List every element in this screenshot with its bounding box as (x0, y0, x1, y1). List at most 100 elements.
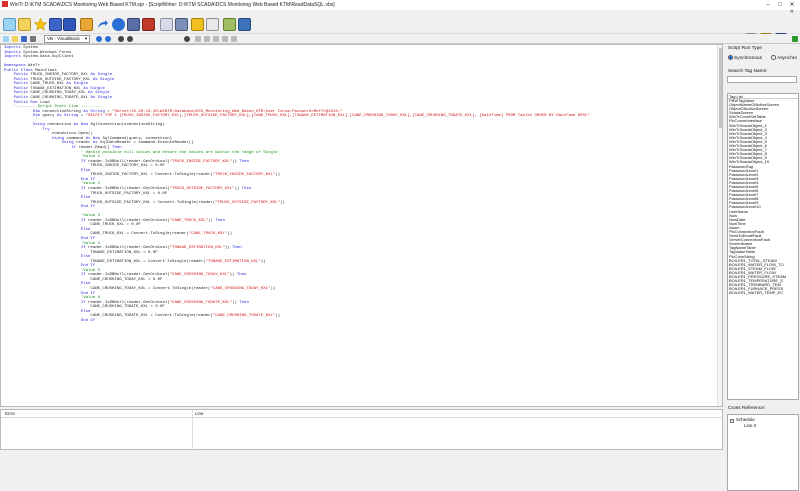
database-icon[interactable] (142, 18, 155, 31)
code-string: "TRUCK_OUTSIDE_FACTORY_KXL" (215, 200, 281, 205)
code-text-token: )) (234, 186, 242, 191)
editor-vertical-scrollbar[interactable] (717, 45, 722, 406)
collapse-toggle-icon[interactable]: − (730, 419, 734, 423)
code-editor[interactable]: Imports System Imports System.Windows.For… (0, 44, 723, 407)
code-text-token: CANE_CRUSHING_TODATE_KXL = 0.0F (4, 305, 165, 310)
tags-icon[interactable] (160, 18, 173, 31)
xref-node-line[interactable]: Line 2 (744, 423, 756, 428)
scripts-icon[interactable] (223, 18, 236, 31)
script-run-type-label: Script Run Type (728, 46, 763, 51)
save-script-icon[interactable] (21, 36, 27, 42)
editor-scroll-thumb[interactable] (719, 48, 722, 128)
save-icon[interactable] (49, 18, 62, 31)
redo-arrow-icon[interactable] (96, 18, 109, 31)
code-text-token: reader.IsDBNull(reader.GetOrdinal( (85, 273, 170, 278)
redo-icon[interactable] (105, 36, 111, 42)
code-string: "TONAGE_ESTIMATION_KXL" (169, 246, 225, 251)
search-tag-input[interactable] (727, 76, 797, 83)
code-keyword: Namespace (4, 64, 26, 69)
run-project-icon[interactable] (127, 18, 140, 31)
alarm-bell-icon[interactable] (191, 18, 204, 31)
maximize-button[interactable]: □ (774, 0, 786, 10)
indent-icon[interactable] (213, 36, 219, 42)
zoom-out-icon[interactable] (127, 36, 133, 42)
code-line[interactable]: Dim query As String = "SELECT TOP 1 [TRU… (4, 114, 590, 119)
code-text[interactable]: Imports System Imports System.Windows.For… (4, 46, 590, 323)
asynchronous-option[interactable]: Asynchro (771, 55, 797, 61)
chevron-down-icon: ▼ (84, 36, 88, 41)
code-keyword: Else (80, 282, 91, 287)
help-icon[interactable] (112, 18, 125, 31)
tag-list-items: PBWTagValue ObjectNameOfActiveScreen Objec… (728, 99, 798, 296)
code-text-token: connection (44, 123, 74, 128)
error-column-header[interactable]: Error (5, 410, 15, 418)
code-comment: '-------- Script Start Line -------- (13, 105, 101, 110)
code-text-token: TRUCK_INSIDE_FACTORY_KXL = 0.0F (4, 164, 165, 169)
code-text-token: System.Windows.Forms (20, 50, 72, 55)
asynchronous-radio[interactable] (771, 55, 776, 60)
code-keyword: As New (73, 123, 89, 128)
format-icon[interactable] (231, 36, 237, 42)
comment-icon[interactable] (195, 36, 201, 42)
code-line[interactable]: End If (4, 319, 590, 324)
error-panel-header: Error Line (1, 410, 722, 418)
code-text-token: CANE_TRUCK_KXL = Convert.ToSingle(reader… (4, 232, 189, 237)
drivers-icon[interactable] (175, 18, 188, 31)
tag-list-item[interactable]: BOILER1_WATER_TEMP_EC (728, 291, 798, 295)
code-string: "CANE_CRUSHING_TODAY_KXL" (210, 286, 271, 291)
minimize-button[interactable]: – (762, 0, 774, 10)
new-file-icon[interactable] (3, 18, 16, 31)
synchronous-radio[interactable] (728, 55, 733, 60)
zoom-in-icon[interactable] (118, 36, 124, 42)
line-column-header[interactable]: Line (195, 410, 204, 418)
code-keyword: Public (13, 73, 29, 78)
code-string: "TRUCK_OUTSIDE_FACTORY_KXL" (169, 186, 235, 191)
language-select[interactable]: VB - VisualBasic ▼ (44, 35, 90, 43)
trend-icon[interactable] (206, 18, 219, 31)
new-script-icon[interactable] (3, 36, 9, 42)
code-string: "CANE_CRUSHING_TODAY_KXL" (169, 273, 230, 278)
code-keyword: Then (236, 273, 247, 278)
open-script-icon[interactable] (12, 36, 18, 42)
document-close-button[interactable]: ✕ (790, 9, 794, 15)
synchronous-label: Synchronous (734, 56, 762, 61)
code-keyword: End If (80, 291, 96, 296)
code-keyword: End If (80, 236, 96, 241)
code-text-token: TRUCK_OUTSIDE_FACTORY_KXL = 0.0F (4, 191, 168, 196)
code-keyword: Else (80, 196, 91, 201)
properties-icon[interactable] (30, 36, 36, 42)
cross-reference-tree[interactable]: − Schedule Line 2 (727, 414, 799, 491)
open-folder-icon[interactable] (18, 18, 31, 31)
code-comment: 'Value 3 (80, 214, 101, 219)
code-keyword: Then (112, 146, 122, 151)
search-icon[interactable] (184, 36, 190, 42)
save-all-icon[interactable] (63, 18, 76, 31)
side-panel: Script Run Type Synchronous Asynchro Sea… (725, 44, 800, 491)
code-comment: 'Value 6 (80, 296, 101, 301)
undo-icon[interactable] (96, 36, 102, 42)
favorite-star-icon[interactable] (33, 17, 48, 31)
check-script-icon[interactable] (792, 36, 798, 42)
settings-icon[interactable] (238, 18, 251, 31)
tag-list[interactable]: Tag List PBWTagValue ObjectNameOfActiveSc… (727, 93, 799, 400)
code-keyword: As Single (90, 96, 113, 101)
outdent-icon[interactable] (222, 36, 228, 42)
code-string: "SELECT TOP 1 [TRUCK_INSIDE_FACTORY_KXL]… (85, 114, 590, 119)
warning-icon[interactable] (80, 18, 93, 31)
synchronous-option[interactable]: Synchronous (728, 55, 762, 61)
uncomment-icon[interactable] (204, 36, 210, 42)
search-tag-label: Search Tag Name: (728, 69, 768, 74)
code-text-token: CANE_CRUSHING_TODATE_KXL = Convert.ToSin… (4, 314, 213, 319)
